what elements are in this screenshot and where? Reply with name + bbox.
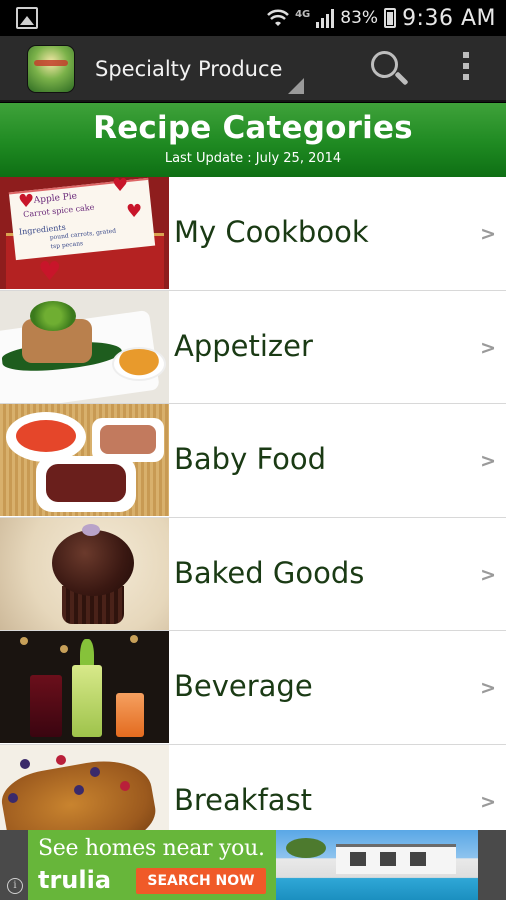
category-list: Apple Pie Carrot spice cake Ingredients … xyxy=(0,177,506,830)
heart-icon: ♥ xyxy=(126,201,143,222)
heart-icon: ♥ xyxy=(38,257,62,287)
ad-house-photo xyxy=(276,830,478,900)
dropdown-indicator-icon[interactable] xyxy=(288,78,304,94)
card-text-line: tsp pecans xyxy=(50,240,84,251)
appetizer-thumbnail xyxy=(0,290,169,403)
chevron-right-icon: > xyxy=(480,790,496,813)
baked-goods-thumbnail xyxy=(0,517,169,630)
breakfast-thumbnail xyxy=(0,744,169,830)
heart-icon: ♥ xyxy=(112,177,129,196)
chevron-right-icon: > xyxy=(480,563,496,586)
last-update-text: Last Update : July 25, 2014 xyxy=(164,151,342,166)
chevron-right-icon: > xyxy=(480,450,496,472)
clock-time: 9:36 AM xyxy=(402,5,496,31)
overflow-menu-button[interactable] xyxy=(456,52,476,86)
category-row-my-cookbook[interactable]: Apple Pie Carrot spice cake Ingredients … xyxy=(0,177,506,291)
recipe-categories-header: Recipe Categories Last Update : July 25,… xyxy=(0,103,506,177)
signal-strength-icon xyxy=(316,8,335,28)
wifi-icon xyxy=(267,9,289,26)
network-type-label: 4G xyxy=(295,8,311,20)
ad-banner-container: i See homes near you. trulia SEARCH NOW xyxy=(0,830,506,900)
ad-headline: See homes near you. xyxy=(38,836,265,861)
chevron-right-icon: > xyxy=(480,677,496,699)
card-text-line: Apple Pie xyxy=(33,191,78,206)
ad-info-icon[interactable]: i xyxy=(7,878,23,894)
ad-brand-logo: trulia xyxy=(38,866,112,894)
my-cookbook-thumbnail: Apple Pie Carrot spice cake Ingredients … xyxy=(0,177,169,289)
chevron-right-icon: > xyxy=(480,223,496,245)
category-row-baked-goods[interactable]: Baked Goods > xyxy=(0,517,506,631)
status-bar: 4G 83% 9:36 AM xyxy=(0,0,506,36)
beverage-thumbnail xyxy=(0,631,169,743)
ad-search-now-button[interactable]: SEARCH NOW xyxy=(136,868,266,894)
category-label: My Cookbook xyxy=(174,215,369,249)
category-row-beverage[interactable]: Beverage > xyxy=(0,631,506,745)
app-logo-icon[interactable] xyxy=(28,46,74,92)
search-button[interactable] xyxy=(368,49,412,93)
category-row-baby-food[interactable]: Baby Food > xyxy=(0,404,506,518)
category-label: Breakfast xyxy=(174,782,313,817)
category-label: Appetizer xyxy=(174,328,313,363)
trulia-ad[interactable]: See homes near you. trulia SEARCH NOW xyxy=(28,830,478,900)
category-row-appetizer[interactable]: Appetizer > xyxy=(0,290,506,404)
heart-icon: ♥ xyxy=(18,191,35,212)
gallery-notification-icon xyxy=(16,7,38,29)
category-label: Baby Food xyxy=(174,442,326,476)
battery-icon xyxy=(384,8,397,28)
baby-food-thumbnail xyxy=(0,404,169,516)
battery-percent: 83% xyxy=(340,8,379,28)
category-row-breakfast[interactable]: Breakfast > xyxy=(0,744,506,830)
app-title[interactable]: Specialty Produce xyxy=(95,57,282,81)
page-title: Recipe Categories xyxy=(93,110,413,146)
category-label: Baked Goods xyxy=(174,555,365,590)
category-label: Beverage xyxy=(174,669,313,703)
chevron-right-icon: > xyxy=(480,336,496,359)
